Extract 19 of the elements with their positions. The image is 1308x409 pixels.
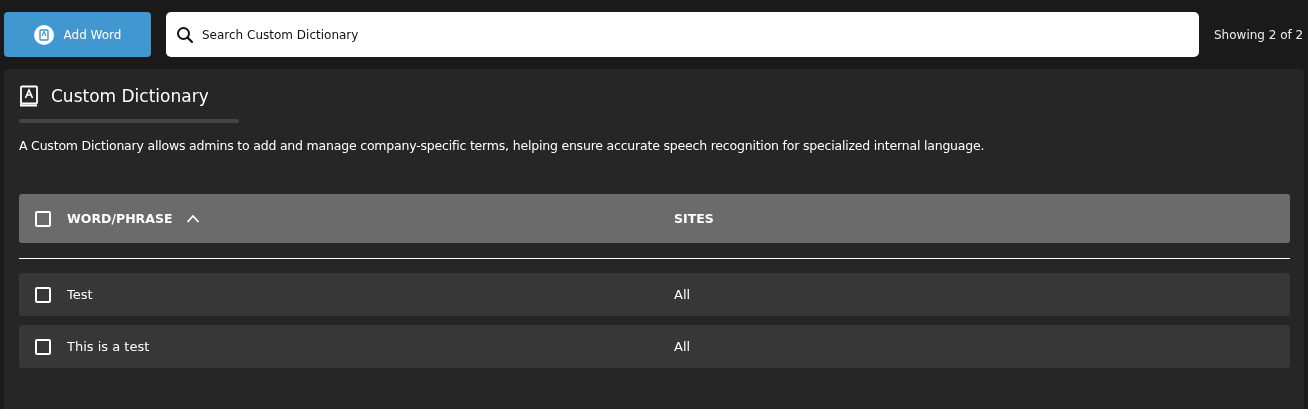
table-cell: All	[674, 339, 691, 354]
panel-title: Custom Dictionary	[51, 86, 209, 106]
table-row[interactable]: This is a test All	[19, 325, 1290, 368]
table-row[interactable]: Test All	[19, 273, 1290, 316]
table-cell: Test	[67, 287, 93, 302]
table-cell: All	[674, 287, 691, 302]
table-cell: This is a test	[67, 339, 150, 354]
sort-icon[interactable]	[186, 213, 201, 224]
search-field[interactable]: Search Custom Dictionary	[166, 12, 1199, 57]
row-checkbox[interactable]	[35, 286, 51, 303]
select-all-checkbox[interactable]	[35, 210, 51, 227]
book-icon	[33, 24, 54, 45]
panel-description: A Custom Dictionary allows admins to add and manage company-specific terms, helping ensure accurate speech recognition for specialized internal language.	[19, 138, 986, 153]
book-icon	[19, 85, 39, 107]
column-header[interactable]: SITES	[674, 211, 714, 226]
row-checkbox[interactable]	[35, 338, 51, 355]
add-word-button[interactable]: Add Word	[4, 12, 151, 57]
results-count: Showing 2 of 2	[1214, 27, 1304, 42]
column-header[interactable]: WORD/PHRASE	[67, 211, 173, 226]
